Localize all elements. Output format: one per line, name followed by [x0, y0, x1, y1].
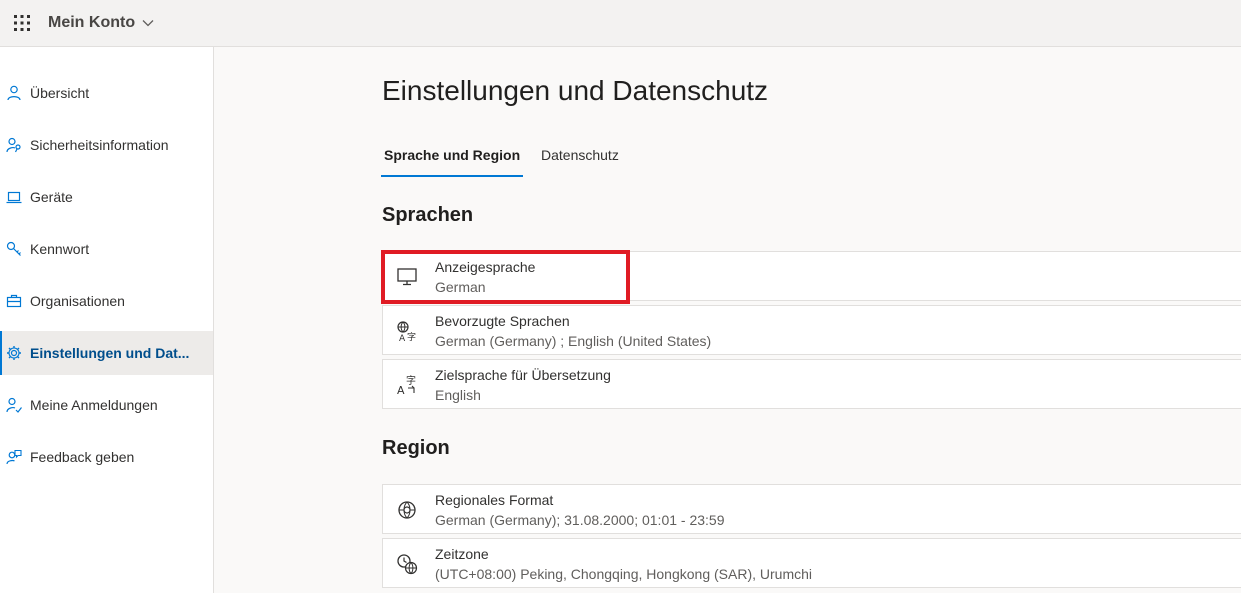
card-time-zone[interactable]: Zeitzone (UTC+08:00) Peking, Chongqing, … [382, 538, 1241, 588]
key-icon [5, 240, 23, 258]
person-icon [5, 84, 23, 102]
sidebar-item-organizations[interactable]: Organisationen [0, 279, 213, 323]
page-title: Einstellungen und Datenschutz [382, 75, 769, 106]
sidebar-item-label: Sicherheitsinformation [30, 137, 169, 153]
card-value: English [435, 387, 481, 403]
card-title: Anzeigesprache [435, 259, 536, 275]
chevron-down-icon [142, 14, 154, 32]
sidebar-item-my-sign-ins[interactable]: Meine Anmeldungen [0, 383, 213, 427]
translate-icon: A字 [395, 373, 419, 397]
waffle-icon[interactable] [0, 0, 44, 47]
card-title: Zeitzone [435, 546, 489, 562]
sidebar-item-label: Geräte [30, 189, 73, 205]
sidebar-item-overview[interactable]: Übersicht [0, 71, 213, 115]
globe-translate-icon: A字 [395, 319, 419, 343]
person-feedback-icon [5, 448, 23, 466]
briefcase-icon [5, 292, 23, 310]
card-title: Zielsprache für Übersetzung [435, 367, 611, 383]
person-key-icon [5, 136, 23, 154]
sidebar-item-security-info[interactable]: Sicherheitsinformation [0, 123, 213, 167]
card-value: German (Germany); 31.08.2000; 01:01 - 23… [435, 512, 725, 528]
laptop-icon [5, 188, 23, 206]
tab-language-region[interactable]: Sprache und Region [381, 143, 524, 177]
sidebar-item-label: Organisationen [30, 293, 125, 309]
sidebar-item-label: Meine Anmeldungen [30, 397, 158, 413]
card-value: German (Germany) ; English (United State… [435, 333, 712, 349]
sidebar-item-label: Feedback geben [30, 449, 135, 465]
sidebar-item-settings-privacy[interactable]: Einstellungen und Dat... [0, 331, 213, 375]
section-title-languages: Sprachen [382, 204, 474, 226]
clock-globe-icon [395, 552, 419, 576]
sidebar-item-label: Übersicht [30, 85, 90, 101]
sidebar-item-devices[interactable]: Geräte [0, 175, 213, 219]
card-display-language[interactable]: Anzeigesprache German [382, 251, 1241, 301]
card-title: Regionales Format [435, 492, 554, 508]
card-value: (UTC+08:00) Peking, Chongqing, Hongkong … [435, 566, 813, 582]
main-content: Einstellungen und Datenschutz Sprache un… [214, 47, 1241, 593]
svg-text:A: A [397, 384, 405, 396]
card-preferred-languages[interactable]: A字 Bevorzugte Sprachen German (Germany) … [382, 305, 1241, 355]
card-regional-format[interactable]: Regionales Format German (Germany); 31.0… [382, 484, 1241, 534]
monitor-icon [395, 265, 419, 289]
app-title: Mein Konto [48, 14, 136, 31]
tab-privacy[interactable]: Datenschutz [538, 143, 622, 177]
svg-text:字: 字 [406, 374, 416, 387]
card-title: Bevorzugte Sprachen [435, 313, 570, 329]
svg-text:字: 字 [407, 331, 416, 342]
sidebar-item-label: Einstellungen und Dat... [30, 345, 190, 361]
person-sign-in-icon [5, 396, 23, 414]
gear-icon [5, 344, 23, 362]
app-title-menu[interactable]: Mein Konto [48, 14, 154, 32]
sidebar-item-feedback[interactable]: Feedback geben [0, 435, 213, 479]
globe-format-icon [395, 498, 419, 522]
sidebar-item-label: Kennwort [30, 241, 90, 257]
card-translation-target-language[interactable]: A字 Zielsprache für Übersetzung English [382, 359, 1241, 409]
section-title-region: Region [382, 437, 450, 459]
top-bar: Mein Konto [0, 0, 1241, 47]
sidebar-item-password[interactable]: Kennwort [0, 227, 213, 271]
sidebar: Übersicht Sicherheitsinformation Geräte … [0, 47, 214, 593]
svg-text:A: A [399, 334, 406, 342]
card-value: German [435, 279, 486, 295]
